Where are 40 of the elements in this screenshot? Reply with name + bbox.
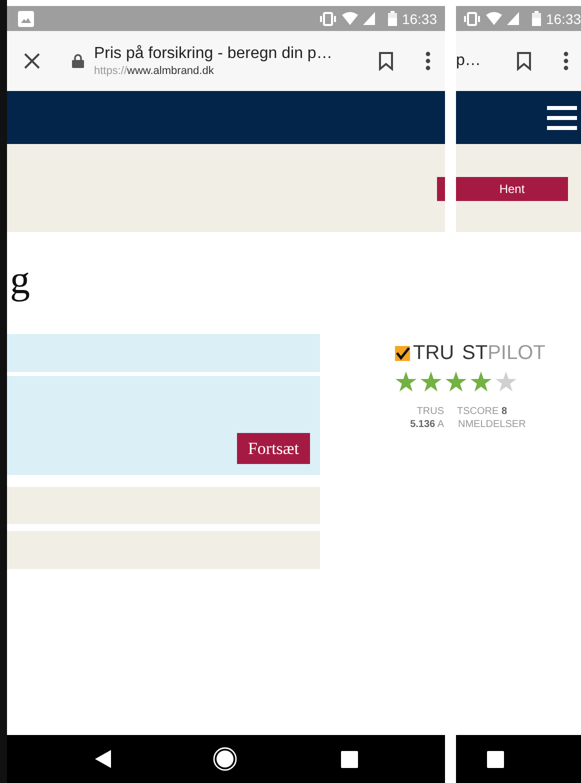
- home-button[interactable]: [213, 747, 237, 771]
- signal-icon: [506, 12, 519, 25]
- page-heading: g: [10, 256, 31, 304]
- star-icon: [495, 371, 517, 393]
- vibrate-icon: [318, 12, 337, 26]
- trustpilot-logo-text: STPILOT: [461, 343, 546, 363]
- hent-button[interactable]: Hent: [456, 177, 568, 201]
- image-icon: [18, 10, 34, 26]
- menu-button[interactable]: [563, 51, 569, 71]
- star-icon: [445, 371, 467, 393]
- page-url: https://www.almbrand.dk: [94, 65, 215, 77]
- bookmark-button[interactable]: [378, 51, 394, 71]
- status-time: 16:33: [546, 10, 581, 26]
- signal-icon: [362, 12, 375, 25]
- star-icon: [470, 371, 492, 393]
- bookmark-button[interactable]: [516, 51, 532, 71]
- recents-button[interactable]: [341, 750, 358, 768]
- wifi-icon: [486, 12, 502, 25]
- recents-button[interactable]: [487, 750, 504, 768]
- continue-button[interactable]: Fortsæt: [236, 433, 310, 464]
- vibrate-icon: [462, 12, 481, 26]
- status-time: 16:33: [402, 10, 437, 26]
- back-button[interactable]: [95, 750, 111, 768]
- check-icon: [395, 346, 410, 360]
- wifi-icon: [342, 12, 358, 25]
- menu-button[interactable]: [425, 51, 431, 71]
- star-icon: [420, 371, 442, 393]
- menu-icon[interactable]: [547, 106, 577, 130]
- page-title: p…: [456, 52, 481, 70]
- battery-icon: [388, 11, 397, 26]
- trustpilot-logo-text: TRU: [413, 343, 454, 363]
- star-icon: [395, 371, 417, 393]
- trustscore-text: TRUS: [416, 405, 444, 418]
- lock-icon: [72, 54, 84, 68]
- reviews-count: 5.136 A: [410, 418, 444, 431]
- page-title: Pris på forsikring - beregn din p…: [94, 45, 332, 63]
- battery-icon: [532, 11, 541, 26]
- reviews-count: NMELDELSER: [458, 418, 527, 431]
- trustscore-text: TSCORE 8: [457, 405, 508, 418]
- close-button[interactable]: [23, 52, 41, 70]
